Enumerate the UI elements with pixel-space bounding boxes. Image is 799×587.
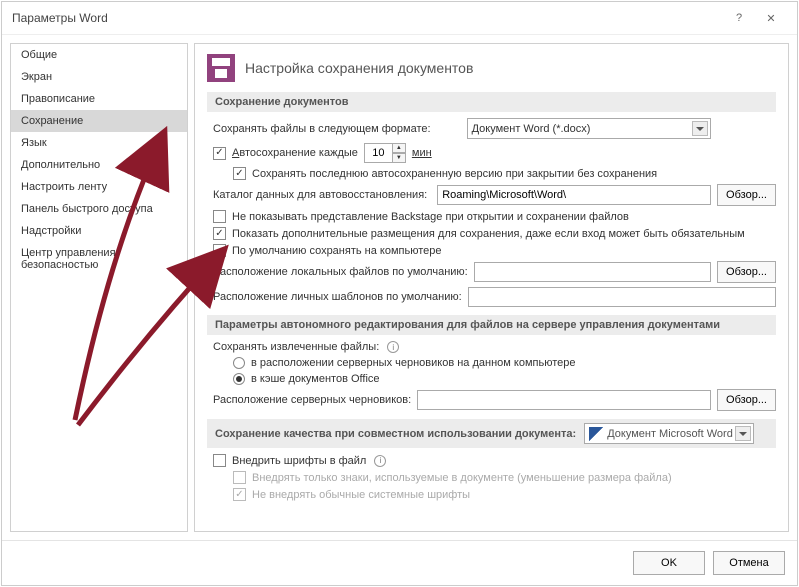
fidelity-doc-value: Документ Microsoft Word xyxy=(607,428,733,440)
show-additional-checkbox[interactable] xyxy=(213,227,226,240)
autosave-checkbox[interactable] xyxy=(213,147,226,160)
no-system-checkbox xyxy=(233,488,246,501)
format-label: Сохранять файлы в следующем формате: xyxy=(213,123,431,135)
sidebar-item-display[interactable]: Экран xyxy=(11,66,187,88)
sidebar-item-save[interactable]: Сохранение xyxy=(11,110,187,132)
drafts-browse-button[interactable]: Обзор... xyxy=(717,389,776,411)
sidebar-item-addins[interactable]: Надстройки xyxy=(11,220,187,242)
titlebar: Параметры Word ? ✕ xyxy=(2,2,797,35)
sidebar-item-ribbon[interactable]: Настроить ленту xyxy=(11,176,187,198)
opt-server-label: в расположении серверных черновиков на д… xyxy=(251,357,575,369)
format-select[interactable]: Документ Word (*.docx) xyxy=(467,118,711,139)
drafts-input[interactable] xyxy=(417,390,711,410)
local-files-label: Расположение локальных файлов по умолчан… xyxy=(213,266,468,278)
cancel-button[interactable]: Отмена xyxy=(713,551,785,575)
autorecover-path-input[interactable] xyxy=(437,185,711,205)
dialog-footer: OK Отмена xyxy=(2,540,797,585)
section-save-docs: Сохранение документов xyxy=(207,92,776,112)
templates-label: Расположение личных шаблонов по умолчани… xyxy=(213,291,462,303)
options-dialog: Параметры Word ? ✕ Общие Экран Правописа… xyxy=(1,1,798,586)
no-system-label: Не внедрять обычные системные шрифты xyxy=(252,489,470,501)
sidebar-item-qat[interactable]: Панель быстрого доступа xyxy=(11,198,187,220)
opt-cache-label: в кэше документов Office xyxy=(251,373,380,385)
format-value: Документ Word (*.docx) xyxy=(472,123,591,135)
fidelity-doc-select[interactable]: Документ Microsoft Word xyxy=(584,423,754,444)
local-files-input[interactable] xyxy=(474,262,711,282)
opt-cache-radio[interactable] xyxy=(233,373,245,385)
dialog-title: Параметры Word xyxy=(12,11,723,25)
autorecover-browse-button[interactable]: Обзор... xyxy=(717,184,776,206)
default-local-label: По умолчанию сохранять на компьютере xyxy=(232,245,441,257)
sidebar-item-advanced[interactable]: Дополнительно xyxy=(11,154,187,176)
embed-subset-label: Внедрять только знаки, используемые в до… xyxy=(252,472,672,484)
sidebar-item-trust[interactable]: Центр управления безопасностью xyxy=(11,242,187,276)
keep-last-checkbox[interactable] xyxy=(233,167,246,180)
chevron-down-icon xyxy=(692,121,708,136)
default-local-checkbox[interactable] xyxy=(213,244,226,257)
chevron-down-icon xyxy=(735,426,751,441)
autosave-unit: мин xyxy=(412,147,432,159)
panel-title: Настройка сохранения документов xyxy=(245,60,473,76)
embed-fonts-checkbox[interactable] xyxy=(213,454,226,467)
templates-input[interactable] xyxy=(468,287,776,307)
no-backstage-label: Не показывать представление Backstage пр… xyxy=(232,211,629,223)
options-panel: Настройка сохранения документов Сохранен… xyxy=(194,43,789,532)
sidebar-item-language[interactable]: Язык xyxy=(11,132,187,154)
autosave-input[interactable] xyxy=(364,143,392,163)
word-doc-icon xyxy=(589,427,603,441)
ok-button[interactable]: OK xyxy=(633,551,705,575)
info-icon[interactable]: i xyxy=(374,455,386,467)
spin-down-icon[interactable]: ▼ xyxy=(392,153,406,163)
help-button[interactable]: ? xyxy=(723,8,755,28)
sidebar-item-general[interactable]: Общие xyxy=(11,44,187,66)
close-button[interactable]: ✕ xyxy=(755,8,787,28)
local-files-browse-button[interactable]: Обзор... xyxy=(717,261,776,283)
embed-subset-checkbox xyxy=(233,471,246,484)
section-fidelity: Сохранение качества при совместном испол… xyxy=(207,419,776,448)
category-sidebar: Общие Экран Правописание Сохранение Язык… xyxy=(10,43,188,532)
sidebar-item-proofing[interactable]: Правописание xyxy=(11,88,187,110)
checked-out-label: Сохранять извлеченные файлы: xyxy=(213,341,379,353)
drafts-label: Расположение серверных черновиков: xyxy=(213,394,411,406)
spin-up-icon[interactable]: ▲ xyxy=(392,143,406,153)
info-icon[interactable]: i xyxy=(387,341,399,353)
opt-server-radio[interactable] xyxy=(233,357,245,369)
save-icon xyxy=(207,54,235,82)
section-offline: Параметры автономного редактирования для… xyxy=(207,315,776,335)
no-backstage-checkbox[interactable] xyxy=(213,210,226,223)
show-additional-label: Показать дополнительные размещения для с… xyxy=(232,228,745,240)
autosave-label: ААвтосохранение каждыевтосохранение кажд… xyxy=(232,147,358,159)
embed-fonts-label: Внедрить шрифты в файл xyxy=(232,455,366,467)
autosave-spinner[interactable]: ▲ ▼ xyxy=(364,143,406,163)
autorecover-label: Каталог данных для автовосстановления: xyxy=(213,189,427,201)
keep-last-label: Сохранять последнюю автосохраненную верс… xyxy=(252,168,657,180)
